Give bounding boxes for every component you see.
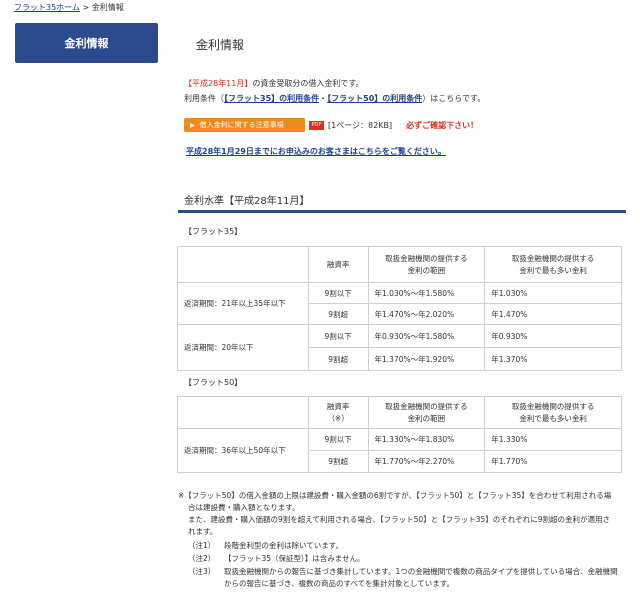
intro-line2-prefix: 利用条件（ <box>184 94 224 103</box>
flat35-heading: 【フラット35】 <box>184 227 243 236</box>
ratio-cell: 9割以下 <box>307 282 369 304</box>
table-row: 返済期間：21年以上35年以下 9割以下 年1.030%～年1.580% 年1.… <box>177 282 622 325</box>
breadcrumb-current: 金利情報 <box>91 3 124 12</box>
intro-line2-suffix: ）はこちらです。 <box>422 94 486 103</box>
table-row: 返済期間：20年以下 9割以下 年0.930%～年1.580% 年0.930% <box>177 324 622 371</box>
range-cell: 年1.770%～年2.270% <box>367 450 486 473</box>
table-header-blank <box>177 396 309 429</box>
note-line: ※【フラット50】の借入金額の上限は建設費・購入金額の6割ですが、【フラット50… <box>178 491 612 500</box>
breadcrumb-home-link[interactable]: フラット35ホーム <box>14 3 80 12</box>
intro-month-highlight: 【平成28年11月】 <box>184 79 253 88</box>
pdf-icon: PDF <box>309 120 324 130</box>
intro-text: 【平成28年11月】の資金受取分の借入金利です。 利用条件（【フラット35】の利… <box>184 76 485 106</box>
footnote-label: （注3） <box>188 567 216 576</box>
pdf-size: [1ページ：82KB] <box>328 120 393 130</box>
notice-row: ▶ 借入金利に関する注意事項 PDF [1ページ：82KB] 必ずご確認下さい！ <box>184 117 478 133</box>
breadcrumb: フラット35ホーム > 金利情報 <box>14 2 124 13</box>
range-cell: 年0.930%～年1.580% <box>367 324 486 348</box>
most-cell: 年1.330% <box>484 428 622 451</box>
confirm-warning: 必ずご確認下さい！ <box>406 120 479 130</box>
page-title: 金利情報 <box>196 38 245 52</box>
footnote-item: （注1） 段階金利型の金利は除いています。 <box>188 540 624 552</box>
footnote-item: （注3） 取扱金融機関からの報告に基づき集計しています。1つの金融機関で複数の商… <box>188 566 624 590</box>
footnote-item: （注2） 【フラット35（保証型）】は含みません。 <box>188 553 624 565</box>
term-cell: 返済期間：21年以上35年以下 <box>177 282 309 325</box>
range-cell: 年1.470%～年2.020% <box>367 303 486 325</box>
ratio-cell: 9割超 <box>307 450 369 473</box>
range-cell: 年1.370%～年1.920% <box>367 347 486 371</box>
flat50-rate-table: 融資率 （※） 取扱金融機関の提供する 金利の範囲 取扱金融機関の提供する 金利… <box>177 396 622 473</box>
note-line: 合は建設費・購入額となります。 <box>188 503 300 512</box>
ratio-cell: 9割以下 <box>307 324 369 348</box>
sidebar-tab-rate-info[interactable]: 金利情報 <box>15 23 158 63</box>
footnote-label: （注1） <box>188 541 216 550</box>
table-header-most: 取扱金融機関の提供する 金利で最も多い金利 <box>484 246 622 283</box>
range-cell: 年1.030%～年1.580% <box>367 282 486 304</box>
ratio-cell: 9割超 <box>307 347 369 371</box>
most-cell: 年1.470% <box>484 303 622 325</box>
old-application-link[interactable]: 平成28年1月29日までにお申込みのお客さまはこちらをご覧ください。 <box>186 147 446 156</box>
flat35-rate-table: 融資率 取扱金融機関の提供する 金利の範囲 取扱金融機関の提供する 金利で最も多… <box>177 246 622 371</box>
flat35-conditions-link[interactable]: 【フラット35】の利用条件 <box>224 94 319 103</box>
sidebar-tab-label: 金利情報 <box>64 37 109 50</box>
rate-notice-button[interactable]: ▶ 借入金利に関する注意事項 <box>184 118 305 132</box>
old-application-link-wrap: 平成28年1月29日までにお申込みのお客さまはこちらをご覧ください。 <box>186 146 446 157</box>
footnote-text: 段階金利型の金利は除いています。 <box>224 541 344 550</box>
intro-line1: の資金受取分の借入金利です。 <box>252 79 364 88</box>
table-header-row: 融資率 （※） 取扱金融機関の提供する 金利の範囲 取扱金融機関の提供する 金利… <box>177 396 622 429</box>
footnote-text: 【フラット35（保証型）】は含みません。 <box>224 554 365 563</box>
asterisk-note: ※【フラット50】の借入金額の上限は建設費・購入金額の6割ですが、【フラット50… <box>178 490 624 538</box>
table-row: 返済期間：36年以上50年以下 9割以下 年1.330%～年1.830% 年1.… <box>177 428 622 473</box>
flat50-heading: 【フラット50】 <box>184 378 243 387</box>
section-divider <box>178 210 626 213</box>
flat50-conditions-link[interactable]: 【フラット50】の利用条件 <box>327 94 422 103</box>
table-header-range: 取扱金融機関の提供する 金利の範囲 <box>367 396 486 429</box>
term-cell: 返済期間：36年以上50年以下 <box>177 428 309 473</box>
most-cell: 年1.770% <box>484 450 622 473</box>
footnote-text: 取扱金融機関からの報告に基づき集計しています。1つの金融機関で複数の商品タイプを… <box>224 567 618 588</box>
table-header-most: 取扱金融機関の提供する 金利で最も多い金利 <box>484 396 622 429</box>
triangle-right-icon: ▶ <box>190 121 195 129</box>
section-title: 金利水準【平成28年11月】 <box>184 196 310 207</box>
note-line: また、建設費・購入価額の9割を超えて利用される場合、【フラット50】と【フラット… <box>188 515 611 524</box>
rate-notice-button-label: 借入金利に関する注意事項 <box>199 121 284 129</box>
most-cell: 年0.930% <box>484 324 622 348</box>
table-header-row: 融資率 取扱金融機関の提供する 金利の範囲 取扱金融機関の提供する 金利で最も多… <box>177 246 622 283</box>
table-header-blank <box>177 246 309 283</box>
term-cell: 返済期間：20年以下 <box>177 324 309 371</box>
table-header-range: 取扱金融機関の提供する 金利の範囲 <box>367 246 486 283</box>
note-line: れます。 <box>188 527 218 536</box>
table-header-ratio: 融資率 （※） <box>307 396 369 429</box>
breadcrumb-separator: > <box>82 3 90 12</box>
most-cell: 年1.030% <box>484 282 622 304</box>
intro-sep: ・ <box>319 94 328 103</box>
most-cell: 年1.370% <box>484 347 622 371</box>
table-header-ratio: 融資率 <box>307 246 369 283</box>
footnotes: （注1） 段階金利型の金利は除いています。 （注2） 【フラット35（保証型）】… <box>188 540 624 591</box>
range-cell: 年1.330%～年1.830% <box>367 428 486 451</box>
ratio-cell: 9割超 <box>307 303 369 325</box>
ratio-cell: 9割以下 <box>307 428 369 451</box>
footnote-label: （注2） <box>188 554 216 563</box>
